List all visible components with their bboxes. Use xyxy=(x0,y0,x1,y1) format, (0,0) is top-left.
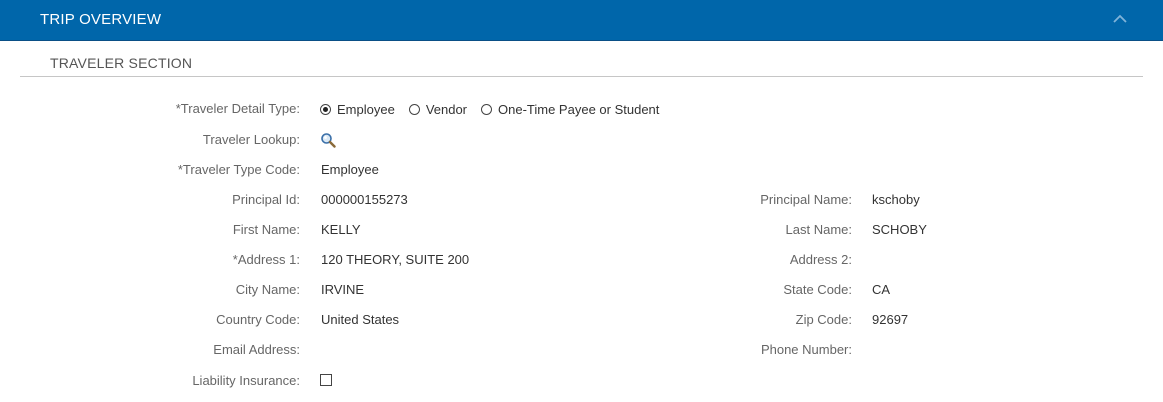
state-code-value: CA xyxy=(872,282,891,297)
liability-insurance-label: Liability Insurance: xyxy=(192,373,300,388)
email-label: Email Address: xyxy=(213,342,300,357)
state-code-label: State Code: xyxy=(783,282,852,297)
section-divider xyxy=(20,76,1143,77)
country-code-label: Country Code: xyxy=(216,312,300,327)
address1-label: *Address 1: xyxy=(232,252,300,267)
country-code-value: United States xyxy=(321,312,400,327)
chevron-up-icon[interactable] xyxy=(1110,10,1130,28)
principal-id-value: 000000155273 xyxy=(321,192,408,207)
radio-onetime[interactable]: One-Time Payee or Student xyxy=(481,102,659,117)
traveler-type-code-value: Employee xyxy=(321,162,379,177)
first-name-label: First Name: xyxy=(232,222,300,237)
city-label: City Name: xyxy=(235,282,300,297)
principal-name-label: Principal Name: xyxy=(760,192,852,207)
first-name-value: KELLY xyxy=(321,222,361,237)
search-icon[interactable] xyxy=(320,132,336,148)
city-value: IRVINE xyxy=(321,282,365,297)
radio-employee-label: Employee xyxy=(337,101,395,117)
detail-type-radio-group: Employee Vendor One-Time Payee or Studen… xyxy=(320,101,673,117)
last-name-label: Last Name: xyxy=(785,222,852,237)
radio-employee-button[interactable] xyxy=(320,103,331,115)
zip-code-label: Zip Code: xyxy=(795,312,852,327)
last-name-value: SCHOBY xyxy=(872,222,927,237)
zip-code-value: 92697 xyxy=(872,312,909,327)
principal-name-value: kschoby xyxy=(872,192,920,207)
radio-onetime-button[interactable] xyxy=(481,103,493,115)
radio-vendor[interactable]: Vendor xyxy=(408,101,468,117)
section-title: TRAVELER SECTION xyxy=(50,55,193,71)
detail-type-label: *Traveler Detail Type: xyxy=(175,101,300,116)
radio-vendor-button[interactable] xyxy=(408,103,420,115)
radio-employee[interactable]: Employee xyxy=(320,102,395,117)
header-title: TRIP OVERVIEW xyxy=(40,11,162,28)
address1-value: 120 THEORY, SUITE 200 xyxy=(321,252,470,267)
principal-id-label: Principal Id: xyxy=(232,192,300,207)
phone-label: Phone Number: xyxy=(760,342,852,357)
traveler-lookup-label: Traveler Lookup: xyxy=(202,132,300,147)
trip-overview-header: TRIP OVERVIEW xyxy=(0,0,1163,41)
address2-label: Address 2: xyxy=(789,252,852,267)
radio-vendor-label: Vendor xyxy=(425,101,468,117)
traveler-type-code-label: *Traveler Type Code: xyxy=(177,162,300,177)
radio-onetime-label: One-Time Payee or Student xyxy=(498,101,660,117)
liability-insurance-checkbox[interactable] xyxy=(320,374,332,386)
